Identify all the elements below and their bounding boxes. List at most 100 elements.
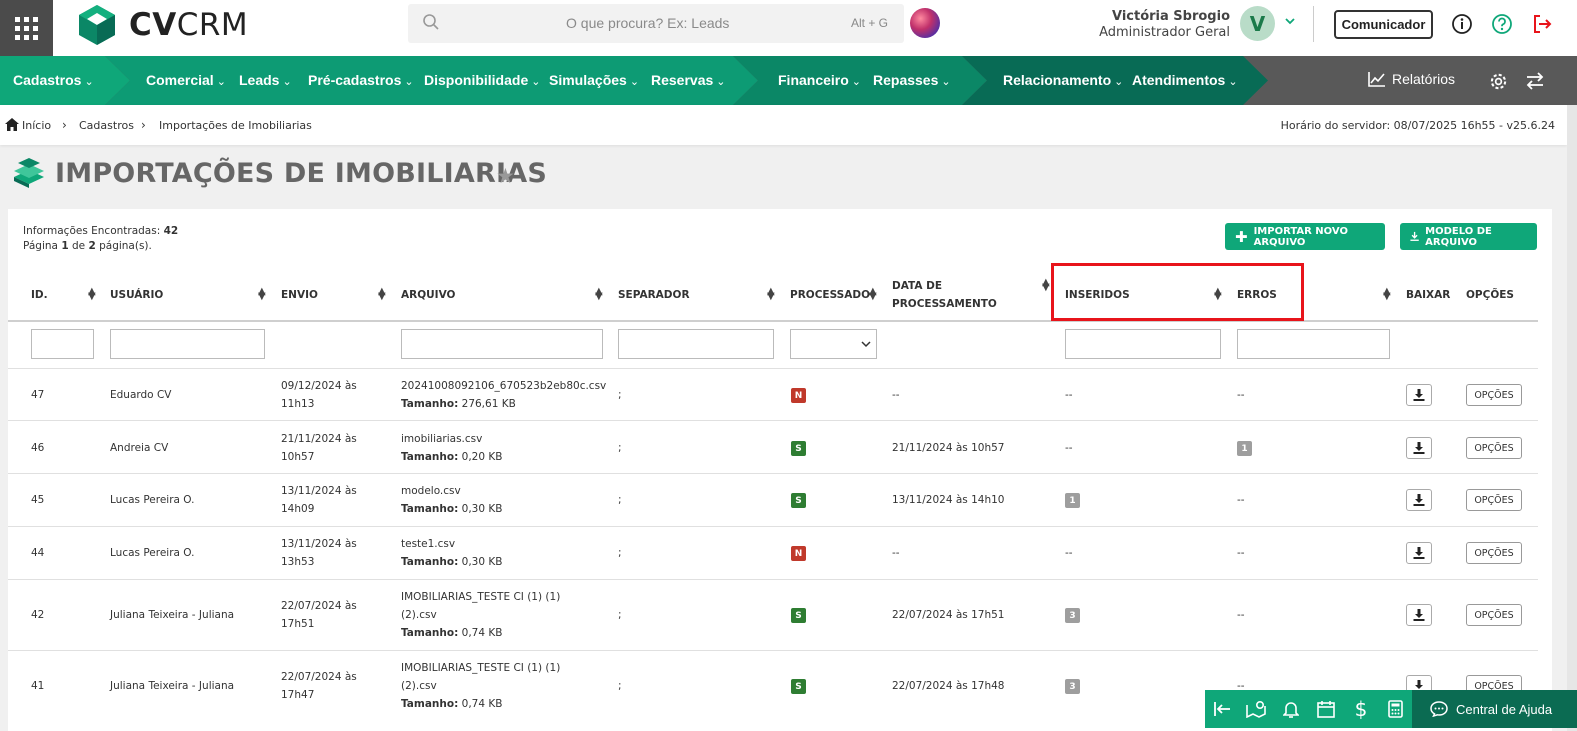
cell-user: Lucas Pereira O.: [110, 547, 195, 559]
cell-sent-time: 11h13: [281, 398, 315, 410]
sort-icon[interactable]: ▲ ▼: [378, 287, 386, 302]
th-sent[interactable]: ENVIO: [281, 289, 318, 301]
size-label: Tamanho:: [401, 698, 459, 710]
options-button[interactable]: OPÇÕES: [1466, 384, 1522, 406]
info-icon[interactable]: [1451, 13, 1473, 35]
options-button[interactable]: OPÇÕES: [1466, 604, 1522, 626]
gear-icon[interactable]: [1489, 72, 1508, 91]
sort-icon[interactable]: ▲ ▼: [869, 287, 877, 302]
nav-comercial[interactable]: Comercial ⌄: [146, 72, 226, 88]
nav-disponibilidade[interactable]: Disponibilidade ⌄: [424, 72, 540, 88]
download-button[interactable]: [1406, 384, 1432, 406]
map-location-icon[interactable]: [1246, 699, 1266, 719]
processed-badge: N: [791, 546, 806, 561]
global-search[interactable]: O que procura? Ex: Leads Alt + G: [408, 4, 904, 43]
options-button[interactable]: OPÇÕES: [1466, 437, 1522, 459]
cell-file-size: Tamanho: 276,61 KB: [401, 395, 516, 413]
swap-arrows-icon[interactable]: [1525, 72, 1545, 90]
calculator-icon[interactable]: [1385, 699, 1405, 719]
communicator-button[interactable]: Comunicador: [1334, 10, 1433, 39]
main-navigation: Cadastros ⌄ Comercial ⌄ Leads ⌄ Pré-cadastr…: [0, 56, 1577, 105]
help-icon[interactable]: [1491, 13, 1513, 35]
size-value: 0,30 KB: [461, 556, 503, 568]
processed-badge: S: [791, 679, 806, 694]
th-id[interactable]: ID.: [31, 289, 48, 301]
sort-icon[interactable]: ▲ ▼: [595, 287, 603, 302]
cell-user: Juliana Teixeira - Juliana: [110, 609, 235, 621]
chevron-down-icon[interactable]: [1284, 15, 1296, 27]
favorite-star-icon[interactable]: ★: [496, 164, 515, 188]
download-button[interactable]: [1406, 542, 1432, 564]
cell-file-name: IMOBILIARIAS_TESTE CI (1) (1): [401, 662, 561, 674]
th-file[interactable]: ARQUIVO: [401, 289, 455, 301]
avatar[interactable]: V: [1240, 6, 1275, 41]
options-button[interactable]: OPÇÕES: [1466, 489, 1522, 511]
import-new-file-button[interactable]: ✚ IMPORTAR NOVO ARQUIVO: [1225, 223, 1385, 250]
cell-processing-date: 22/07/2024 às 17h48: [892, 680, 1005, 692]
chart-line-icon: [1368, 72, 1385, 87]
nav-reservas[interactable]: Reservas ⌄: [651, 72, 726, 88]
cell-separator: ;: [618, 609, 622, 621]
page-info-prefix: Página: [23, 240, 58, 252]
sort-icon[interactable]: ▲ ▼: [258, 287, 266, 302]
breadcrumb-home[interactable]: Início: [22, 119, 51, 132]
filter-processed-select[interactable]: [790, 329, 877, 359]
nav-relacionamento[interactable]: Relacionamento ⌄: [1003, 72, 1123, 88]
cell-user: Eduardo CV: [110, 389, 172, 401]
size-value: 0,74 KB: [461, 698, 503, 710]
cvcrm-logo[interactable]: CVCRM: [77, 4, 248, 46]
filter-inserted-input[interactable]: [1065, 329, 1221, 359]
filter-user-input[interactable]: [110, 329, 265, 359]
row-divider: [8, 579, 1538, 580]
nav-label: Financeiro: [778, 72, 849, 88]
filter-errors-input[interactable]: [1237, 329, 1390, 359]
ai-assistant-orb[interactable]: [910, 8, 940, 38]
collapse-left-icon[interactable]: [1212, 699, 1232, 719]
import-stack-icon: [14, 158, 44, 188]
nav-cadastros[interactable]: Cadastros ⌄: [13, 72, 94, 88]
calendar-icon[interactable]: [1316, 699, 1336, 719]
nav-pre-cadastros[interactable]: Pré-cadastros ⌄: [308, 72, 414, 88]
options-button[interactable]: OPÇÕES: [1466, 542, 1522, 564]
cell-errors: --: [1237, 609, 1245, 621]
nav-label: Cadastros: [13, 72, 82, 88]
nav-leads[interactable]: Leads ⌄: [239, 72, 292, 88]
th-separator[interactable]: SEPARADOR: [618, 289, 690, 301]
size-label: Tamanho:: [401, 503, 459, 515]
th-processing-date-1[interactable]: DATA DE: [892, 280, 942, 292]
th-processed[interactable]: PROCESSADO: [790, 289, 870, 301]
nav-repasses[interactable]: Repasses ⌄: [873, 72, 951, 88]
cell-id: 45: [31, 494, 45, 506]
nav-atendimentos[interactable]: Atendimentos ⌄: [1132, 72, 1238, 88]
cvcrm-logo-icon: [79, 5, 115, 45]
chat-bubble-icon: [1430, 701, 1448, 717]
sort-icon[interactable]: ▲ ▼: [1042, 278, 1050, 293]
apps-menu-button[interactable]: [0, 0, 53, 56]
sort-icon[interactable]: ▲ ▼: [767, 287, 775, 302]
download-button[interactable]: [1406, 489, 1432, 511]
sort-icon[interactable]: ▲ ▼: [1383, 287, 1391, 302]
download-icon: [1413, 389, 1425, 401]
help-center-button[interactable]: Central de Ajuda: [1412, 690, 1577, 728]
th-user[interactable]: USUÁRIO: [110, 289, 163, 301]
user-name[interactable]: Victória Sbrogio: [1112, 9, 1230, 24]
download-button[interactable]: [1406, 437, 1432, 459]
download-button[interactable]: [1406, 604, 1432, 626]
home-icon[interactable]: [5, 118, 19, 131]
bell-icon[interactable]: [1281, 699, 1301, 719]
page-scrollbar[interactable]: [1567, 105, 1577, 731]
filter-id-input[interactable]: [31, 329, 94, 359]
dollar-icon[interactable]: $: [1351, 697, 1371, 721]
nav-relatorios[interactable]: Relatórios: [1368, 71, 1455, 87]
cell-sent-time: 17h51: [281, 618, 315, 630]
filter-file-input[interactable]: [401, 329, 603, 359]
nav-simulacoes[interactable]: Simulações ⌄: [549, 72, 639, 88]
chevron-right-icon: ›: [141, 118, 146, 132]
file-template-button[interactable]: MODELO DE ARQUIVO: [1400, 223, 1537, 250]
breadcrumb-section[interactable]: Cadastros: [79, 119, 134, 132]
sort-icon[interactable]: ▲ ▼: [88, 287, 96, 302]
nav-financeiro[interactable]: Financeiro ⌄: [778, 72, 861, 88]
logout-icon[interactable]: [1531, 13, 1553, 35]
th-processing-date-2[interactable]: PROCESSAMENTO: [892, 298, 997, 310]
filter-separator-input[interactable]: [618, 329, 774, 359]
